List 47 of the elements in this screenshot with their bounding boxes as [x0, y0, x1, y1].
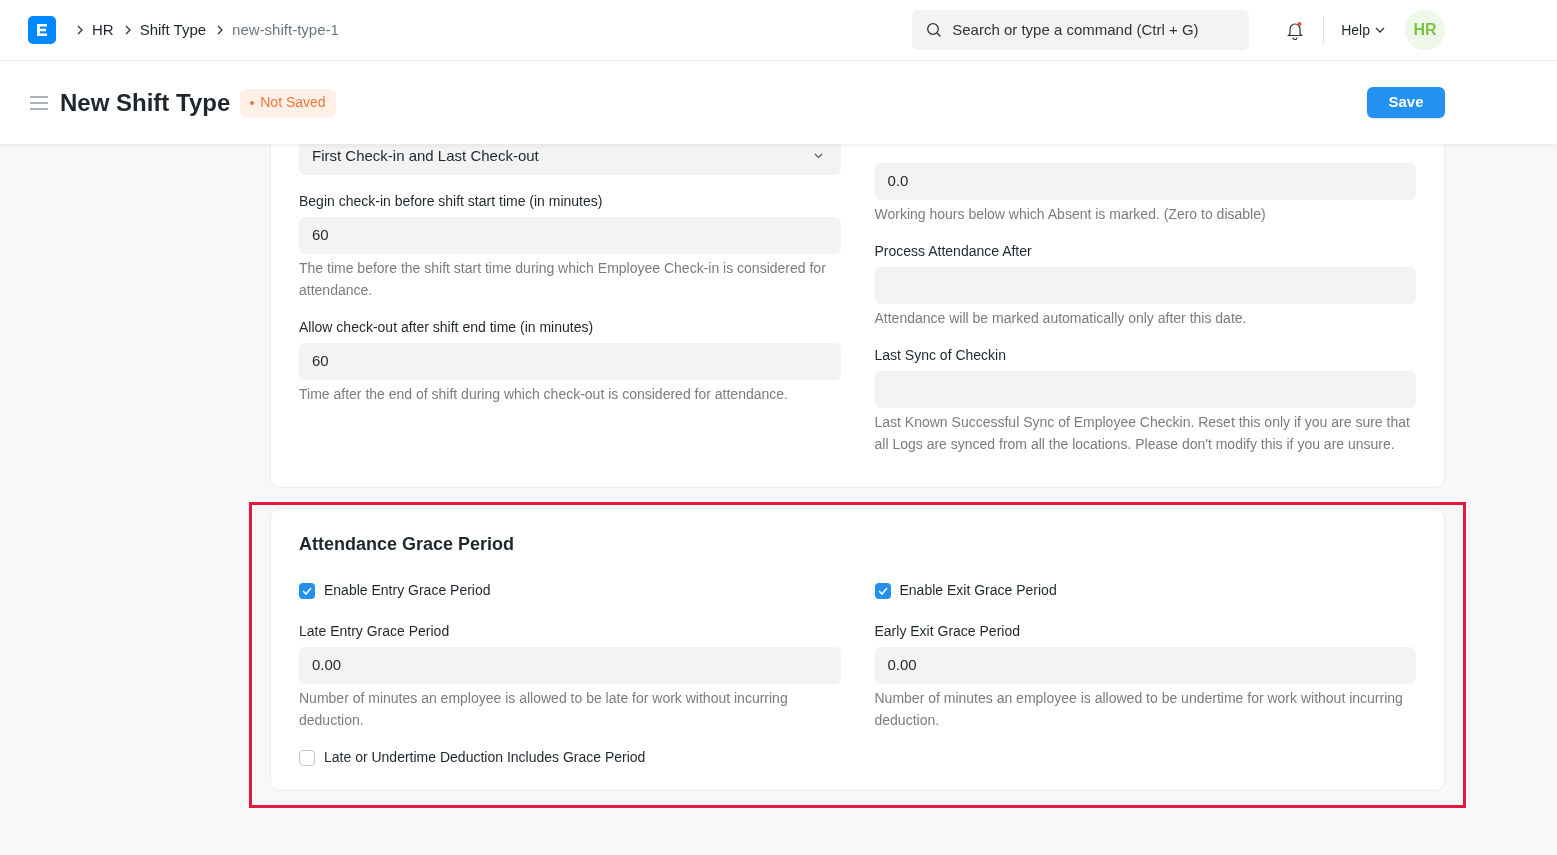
menu-icon[interactable]: [30, 95, 48, 110]
input-field[interactable]: 0.00: [874, 647, 1416, 684]
checkmark-icon: [302, 586, 312, 595]
help-menu-button[interactable]: Help: [1341, 19, 1385, 41]
select-field[interactable]: First Check-in and Last Check-out: [299, 144, 841, 175]
section-title: Attendance Grace Period: [299, 533, 516, 556]
search-field[interactable]: Search or type a command (Ctrl + G): [912, 10, 1250, 50]
field-label: Process Attendance After: [874, 242, 1033, 261]
chevron-icon: [123, 25, 132, 35]
field-description: The time before the shift start time during which Employee Check-in is considered for attendance.: [299, 259, 827, 300]
field-label: Allow check-out after shift end time (in minutes): [299, 318, 595, 337]
input-field[interactable]: 60: [299, 217, 841, 254]
input-field[interactable]: 0.00: [299, 647, 841, 684]
checkbox-field[interactable]: Enable Entry Grace Period: [299, 580, 841, 601]
checkbox-label: Enable Exit Grace Period: [899, 581, 1057, 600]
checkbox-label: Late or Undertime Deduction Includes Grace Period: [324, 748, 646, 767]
status-badge: Not Saved: [240, 88, 336, 117]
field-label: Last Sync of Checkin: [874, 346, 1007, 365]
search-icon: [926, 22, 943, 38]
breadcrumb-link[interactable]: Shift Type: [139, 18, 207, 42]
field-description: Attendance will be marked automatically only after this date.: [874, 309, 1248, 328]
checkmark-icon: [877, 586, 888, 595]
chevron-icon: [216, 25, 225, 35]
caret-icon: [1375, 27, 1385, 33]
input-field[interactable]: 0.0: [874, 163, 1416, 200]
checkbox[interactable]: [874, 582, 891, 599]
search-input[interactable]: Search or type a command (Ctrl + G): [952, 18, 1236, 42]
input-field[interactable]: 60: [299, 343, 841, 380]
checkbox-label: Enable Entry Grace Period: [324, 581, 491, 600]
checkbox[interactable]: [299, 749, 315, 766]
checkbox-field[interactable]: Late or Undertime Deduction Includes Grace Period: [299, 747, 841, 768]
page-title: New Shift Type: [60, 87, 231, 118]
field-description: Working hours below which Absent is marked. (Zero to disable): [874, 205, 1267, 224]
field-label: Early Exit Grace Period: [874, 622, 1021, 641]
field-description: Number of minutes an employee is allowed to be undertime for work without incurring deduction.: [874, 689, 1404, 730]
field-description: Number of minutes an employee is allowed to be late for work without incurring deduction.: [299, 689, 789, 730]
app-logo-icon[interactable]: [28, 16, 56, 44]
field-description: Time after the end of shift during which check-out is considered for attendance.: [299, 385, 789, 404]
checkbox-field[interactable]: Enable Exit Grace Period: [874, 580, 1416, 601]
field-description: Last Known Successful Sync of Employee Checkin. Reset this only if you are sure that all Logs are synced from all the locations. Please don't modify this if you are unsure.: [874, 413, 1411, 454]
breadcrumb-link[interactable]: HR: [92, 18, 114, 42]
field-label: Late Entry Grace Period: [299, 622, 451, 641]
field-label: Begin check-in before shift start time (in minutes): [299, 192, 604, 211]
chevron-icon: [76, 25, 84, 35]
checkbox[interactable]: [299, 582, 315, 599]
caret-icon: [813, 153, 823, 159]
breadcrumb-link[interactable]: new-shift-type-1: [232, 18, 339, 42]
